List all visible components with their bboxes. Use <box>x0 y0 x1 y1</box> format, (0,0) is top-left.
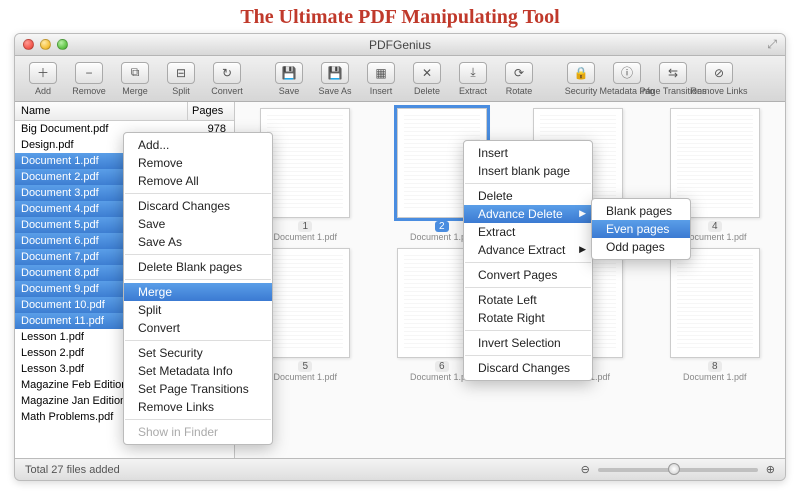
menu-item-rotate-left[interactable]: Rotate Left <box>464 291 592 309</box>
delete-icon: ✕ <box>413 62 441 84</box>
remove-button[interactable]: −Remove <box>67 62 111 96</box>
advance-delete-submenu[interactable]: Blank pagesEven pagesOdd pages <box>591 198 691 260</box>
menu-item-insert[interactable]: Insert <box>464 144 592 162</box>
remove-icon: − <box>75 62 103 84</box>
menu-item-invert-selection[interactable]: Invert Selection <box>464 334 592 352</box>
thumbnail-context-menu[interactable]: InsertInsert blank page DeleteAdvance Del… <box>463 140 593 381</box>
metadata-info-icon: ⓘ <box>613 62 641 84</box>
page-transitions-icon: ⇆ <box>659 62 687 84</box>
page-thumbnail[interactable]: 8Document 1.pdf <box>651 248 780 382</box>
menu-item-insert-blank-page[interactable]: Insert blank page <box>464 162 592 180</box>
menu-item-odd-pages[interactable]: Odd pages <box>592 238 690 256</box>
toolbar: ＋Add−Remove⧉Merge⊟Split↻Convert 💾Save💾Sav… <box>15 56 785 102</box>
titlebar: PDFGenius ⤢ <box>15 34 785 56</box>
window-title: PDFGenius <box>15 38 785 52</box>
page-number: 2 <box>435 221 449 232</box>
remove-links-button[interactable]: ⊘Remove Links <box>697 62 741 96</box>
save-icon: 💾 <box>275 62 303 84</box>
page-preview <box>260 108 350 218</box>
menu-item-advance-delete[interactable]: Advance Delete <box>464 205 592 223</box>
zoom-slider-knob[interactable] <box>668 463 680 475</box>
security-icon: 🔒 <box>567 62 595 84</box>
convert-button[interactable]: ↻Convert <box>205 62 249 96</box>
page-number: 8 <box>708 361 722 372</box>
menu-item-split[interactable]: Split <box>124 301 272 319</box>
menu-item-merge[interactable]: Merge <box>124 283 272 301</box>
menu-item-show-in-finder[interactable]: Show in Finder <box>124 423 272 441</box>
split-icon: ⊟ <box>167 62 195 84</box>
zoom-out-icon[interactable]: ⊖ <box>581 463 590 476</box>
menu-item-convert-pages[interactable]: Convert Pages <box>464 266 592 284</box>
page-number: 1 <box>298 221 312 232</box>
app-window: PDFGenius ⤢ ＋Add−Remove⧉Merge⊟Split↻Conv… <box>14 33 786 481</box>
sidebar-context-menu[interactable]: Add...RemoveRemove AllDiscard ChangesSav… <box>123 132 273 445</box>
menu-item-remove-links[interactable]: Remove Links <box>124 398 272 416</box>
page-number: 5 <box>298 361 312 372</box>
page-transitions-button[interactable]: ⇆Page Transitions <box>651 62 695 96</box>
page-number: 6 <box>435 361 449 372</box>
status-bar: Total 27 files added ⊖ ⊕ <box>15 458 785 480</box>
menu-item-save-as[interactable]: Save As <box>124 233 272 251</box>
status-text: Total 27 files added <box>25 464 120 476</box>
menu-item-rotate-right[interactable]: Rotate Right <box>464 309 592 327</box>
menu-item-discard-changes[interactable]: Discard Changes <box>464 359 592 377</box>
extract-icon: ⤓ <box>459 62 487 84</box>
extract-button[interactable]: ⤓Extract <box>451 62 495 96</box>
add-icon: ＋ <box>29 62 57 84</box>
menu-item-delete[interactable]: Delete <box>464 187 592 205</box>
zoom-slider[interactable] <box>598 468 758 472</box>
menu-item-convert[interactable]: Convert <box>124 319 272 337</box>
menu-item-save[interactable]: Save <box>124 215 272 233</box>
save-as-button[interactable]: 💾Save As <box>313 62 357 96</box>
page-doc-name: Document 1.pdf <box>683 372 747 382</box>
add-button[interactable]: ＋Add <box>21 62 65 96</box>
menu-item-even-pages[interactable]: Even pages <box>592 220 690 238</box>
menu-item-set-page-transitions[interactable]: Set Page Transitions <box>124 380 272 398</box>
save-button[interactable]: 💾Save <box>267 62 311 96</box>
menu-item-remove[interactable]: Remove <box>124 154 272 172</box>
zoom-in-icon[interactable]: ⊕ <box>766 463 775 476</box>
merge-icon: ⧉ <box>121 62 149 84</box>
menu-item-add-[interactable]: Add... <box>124 136 272 154</box>
menu-item-blank-pages[interactable]: Blank pages <box>592 202 690 220</box>
convert-icon: ↻ <box>213 62 241 84</box>
rotate-icon: ⟳ <box>505 62 533 84</box>
menu-item-extract[interactable]: Extract <box>464 223 592 241</box>
merge-button[interactable]: ⧉Merge <box>113 62 157 96</box>
menu-item-advance-extract[interactable]: Advance Extract <box>464 241 592 259</box>
col-header-name[interactable]: Name <box>15 102 188 120</box>
remove-links-icon: ⊘ <box>705 62 733 84</box>
menu-item-delete-blank-pages[interactable]: Delete Blank pages <box>124 258 272 276</box>
rotate-button[interactable]: ⟳Rotate <box>497 62 541 96</box>
page-preview <box>260 248 350 358</box>
menu-item-set-metadata-info[interactable]: Set Metadata Info <box>124 362 272 380</box>
menu-item-set-security[interactable]: Set Security <box>124 344 272 362</box>
page-number: 4 <box>708 221 722 232</box>
col-header-pages[interactable]: Pages <box>188 102 234 120</box>
delete-button[interactable]: ✕Delete <box>405 62 449 96</box>
menu-item-discard-changes[interactable]: Discard Changes <box>124 197 272 215</box>
menu-item-remove-all[interactable]: Remove All <box>124 172 272 190</box>
fullscreen-icon[interactable]: ⤢ <box>767 37 777 52</box>
page-preview <box>670 248 760 358</box>
insert-icon: ▦ <box>367 62 395 84</box>
page-doc-name: Document 1.pdf <box>273 372 337 382</box>
insert-button[interactable]: ▦Insert <box>359 62 403 96</box>
save-as-icon: 💾 <box>321 62 349 84</box>
page-doc-name: Document 1.pdf <box>683 232 747 242</box>
page-doc-name: Document 1.pdf <box>273 232 337 242</box>
tagline: The Ultimate PDF Manipulating Tool <box>0 0 800 33</box>
security-button[interactable]: 🔒Security <box>559 62 603 96</box>
split-button[interactable]: ⊟Split <box>159 62 203 96</box>
list-header: Name Pages <box>15 102 234 121</box>
